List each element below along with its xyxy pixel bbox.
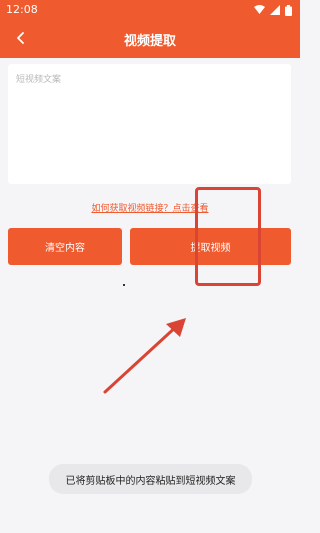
annotation-arrow — [103, 318, 186, 394]
toast-message: 已将剪贴板中的内容粘贴到短视频文案 — [49, 464, 252, 494]
